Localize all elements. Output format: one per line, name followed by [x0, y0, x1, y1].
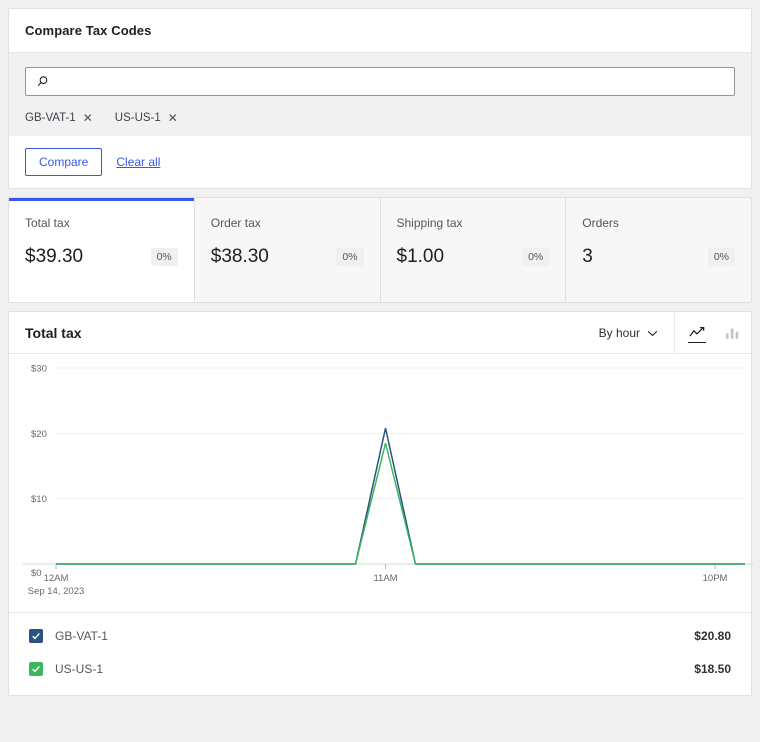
y-axis-tick-label: $0	[31, 568, 42, 579]
chart-plot-area: $0 $10 $20 $30 12AM Sep 14, 2023 11AM 10PM	[9, 354, 751, 612]
page-root: Compare Tax Codes GB-VAT-1 ✕ US-US-1	[0, 0, 760, 742]
bar-chart-icon[interactable]	[715, 312, 751, 353]
summary-card-row: $1.00 0%	[397, 246, 550, 268]
x-axis-date-label: Sep 14, 2023	[28, 586, 85, 597]
summary-card-orders[interactable]: Orders 3 0%	[566, 198, 751, 302]
close-icon[interactable]: ✕	[83, 112, 93, 124]
legend-row-us-us-1[interactable]: US-US-1 $18.50	[9, 652, 751, 685]
legend-label: GB-VAT-1	[55, 629, 108, 643]
summary-card-order-tax[interactable]: Order tax $38.30 0%	[195, 198, 381, 302]
legend-checkbox[interactable]	[29, 662, 43, 676]
legend-row-gb-vat-1[interactable]: GB-VAT-1 $20.80	[9, 619, 751, 652]
summary-card-label: Total tax	[25, 216, 178, 230]
x-axis-tick-label: 10PM	[703, 573, 728, 584]
chart-legend: GB-VAT-1 $20.80 US-US-1 $18.50	[9, 612, 751, 695]
chevron-down-icon	[647, 326, 658, 340]
x-axis-tick-label: 12AM	[44, 573, 69, 584]
chip-gb-vat-1[interactable]: GB-VAT-1 ✕	[25, 112, 93, 124]
legend-label: US-US-1	[55, 662, 103, 676]
summary-card-label: Shipping tax	[397, 216, 550, 230]
compare-actions: Compare Clear all	[9, 136, 751, 188]
chip-label: GB-VAT-1	[25, 112, 76, 124]
legend-value: $18.50	[694, 662, 731, 676]
summary-card-label: Orders	[582, 216, 735, 230]
compare-tax-codes-panel: Compare Tax Codes GB-VAT-1 ✕ US-US-1	[8, 8, 752, 189]
summary-card-value: $38.30	[211, 246, 269, 268]
y-axis-tick-label: $20	[31, 429, 47, 440]
chart-title: Total tax	[9, 312, 82, 353]
chart-series-gb-vat-1	[56, 428, 745, 564]
summary-card-shipping-tax[interactable]: Shipping tax $1.00 0%	[381, 198, 567, 302]
summary-card-total-tax[interactable]: Total tax $39.30 0%	[9, 198, 195, 302]
search-region: GB-VAT-1 ✕ US-US-1 ✕	[9, 53, 751, 136]
search-icon	[36, 75, 49, 88]
clear-all-link[interactable]: Clear all	[116, 155, 160, 169]
summary-card-value: $1.00	[397, 246, 445, 268]
compare-button[interactable]: Compare	[25, 148, 102, 176]
summary-card-label: Order tax	[211, 216, 364, 230]
chart-tools: By hour	[583, 312, 751, 353]
summary-card-row: $38.30 0%	[211, 246, 364, 268]
legend-value: $20.80	[694, 629, 731, 643]
line-chart-icon[interactable]	[679, 312, 715, 353]
page-title: Compare Tax Codes	[25, 23, 151, 38]
close-icon[interactable]: ✕	[168, 112, 178, 124]
search-input[interactable]	[25, 67, 735, 96]
panel-header: Compare Tax Codes	[9, 9, 751, 53]
summary-card-value: $39.30	[25, 246, 83, 268]
legend-checkbox[interactable]	[29, 629, 43, 643]
chip-us-us-1[interactable]: US-US-1 ✕	[115, 112, 178, 124]
summary-cards: Total tax $39.30 0% Order tax $38.30 0% …	[8, 197, 752, 303]
summary-card-value: 3	[582, 246, 593, 268]
interval-select[interactable]: By hour	[583, 312, 674, 353]
chart-panel: Total tax By hour	[8, 311, 752, 696]
y-axis-tick-label: $10	[31, 494, 47, 505]
x-axis-tick-label: 11AM	[373, 573, 397, 584]
chart-header: Total tax By hour	[9, 312, 751, 354]
selected-chips: GB-VAT-1 ✕ US-US-1 ✕	[25, 96, 735, 124]
chart-type-toggle	[674, 312, 751, 353]
total-tax-line-chart: $0 $10 $20 $30 12AM Sep 14, 2023 11AM 10PM	[9, 354, 760, 612]
summary-card-row: $39.30 0%	[25, 246, 178, 268]
y-axis-tick-label: $30	[31, 364, 47, 375]
chart-series-us-us-1	[56, 443, 745, 564]
summary-card-row: 3 0%	[582, 246, 735, 268]
chip-label: US-US-1	[115, 112, 161, 124]
status-badge: 0%	[522, 248, 549, 266]
status-badge: 0%	[151, 248, 178, 266]
status-badge: 0%	[708, 248, 735, 266]
interval-label: By hour	[599, 326, 640, 340]
status-badge: 0%	[336, 248, 363, 266]
